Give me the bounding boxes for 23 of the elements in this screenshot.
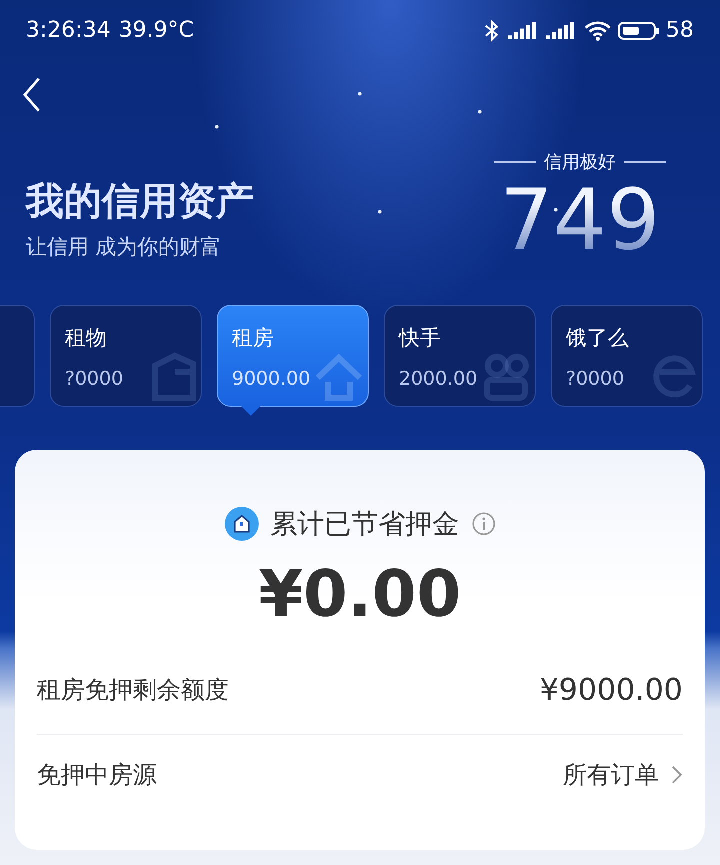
service-card[interactable]: 饿了么 ?0000 [551,305,703,407]
row-value: ¥9000.00 [540,672,683,708]
page-title: 我的信用资产 [26,178,254,225]
info-icon[interactable] [472,512,496,536]
pointer-icon [240,405,262,417]
savings-title: 累计已节省押金 [270,508,460,542]
camera-icon [481,352,531,402]
battery-level: 58 [666,18,694,43]
status-temperature: 39.9°C [118,18,194,43]
wifi-icon [584,20,612,42]
battery-icon [618,20,660,42]
status-time: 3:26:34 [26,18,111,43]
row-label: 免押中房源 [37,760,157,791]
house-icon [314,352,364,402]
service-card[interactable]: 快手 2000.00 [384,305,536,407]
house-icon [224,507,258,541]
service-card[interactable]: 租物 ?0000 [50,305,202,407]
score-label: 信用极好 [544,151,616,174]
savings-amount: ¥0.00 [258,558,462,632]
row-label: 租房免押剩余额度 [37,675,229,706]
chevron-icon [671,765,683,785]
orders-link[interactable]: 所有订单 [563,759,683,791]
page-subtitle: 让信用 成为你的财富 [26,234,223,261]
